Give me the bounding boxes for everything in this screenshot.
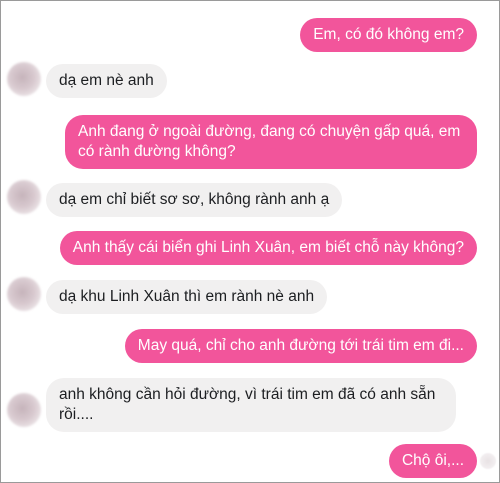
message-outgoing-4[interactable]: May quá, chỉ cho anh đường tới trái tim …: [124, 329, 477, 363]
message-outgoing-5[interactable]: Chộ ôi,...: [388, 444, 477, 478]
contact-avatar-icon[interactable]: [7, 393, 41, 427]
read-receipt-icon: [480, 453, 496, 469]
contact-avatar-icon[interactable]: [7, 62, 41, 96]
message-incoming-1[interactable]: dạ em nè anh: [46, 64, 167, 98]
message-incoming-4[interactable]: anh không cần hỏi đường, vì trái tim em …: [46, 378, 456, 432]
contact-avatar-icon[interactable]: [7, 180, 41, 214]
message-outgoing-2[interactable]: Anh đang ở ngoài đường, đang có chuyện g…: [65, 115, 477, 169]
message-incoming-3[interactable]: dạ khu Linh Xuân thì em rành nè anh: [46, 280, 328, 314]
contact-avatar-icon[interactable]: [7, 277, 41, 311]
message-outgoing-1[interactable]: Em, có đó không em?: [300, 18, 477, 52]
message-incoming-2[interactable]: dạ em chỉ biết sơ sơ, không rành anh ạ: [46, 183, 343, 217]
message-outgoing-3[interactable]: Anh thấy cái biển ghi Linh Xuân, em biết…: [59, 231, 477, 265]
chat-window: Em, có đó không em? dạ em nè anh Anh đan…: [0, 0, 500, 483]
